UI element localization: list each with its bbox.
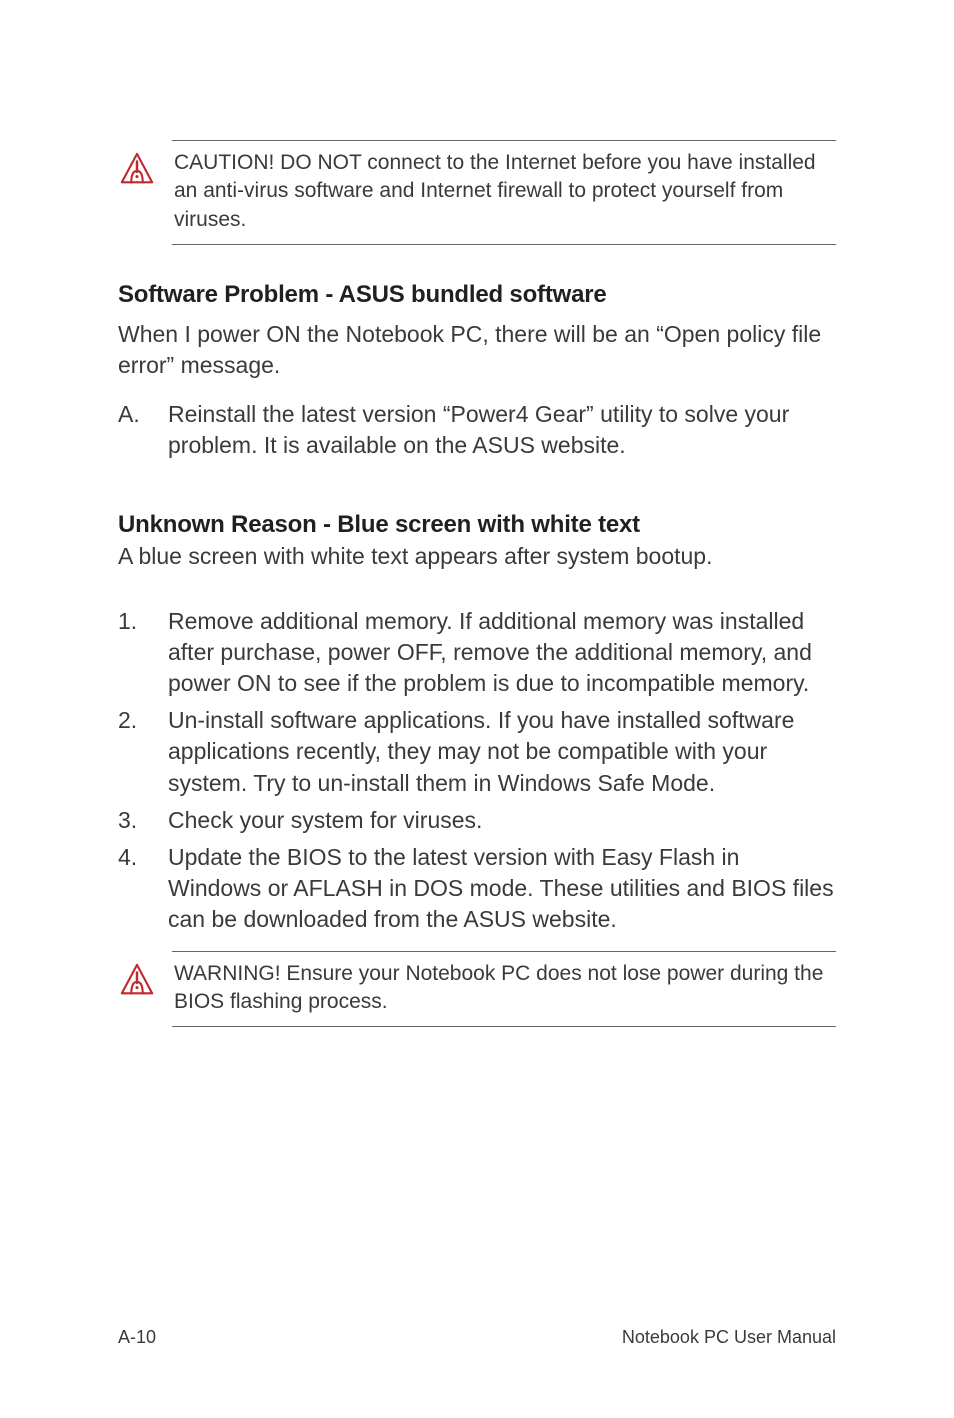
footer-title: Notebook PC User Manual [622, 1327, 836, 1348]
list-item: 2. Un-install software applications. If … [118, 705, 836, 798]
list-item: 3. Check your system for viruses. [118, 805, 836, 836]
section1-intro: When I power ON the Notebook PC, there w… [118, 319, 836, 381]
warning-box-bottom: WARNING! Ensure your Notebook PC does no… [172, 951, 836, 1028]
section1-heading: Software Problem - ASUS bundled software [118, 281, 836, 309]
list-item: 4. Update the BIOS to the latest version… [118, 842, 836, 935]
list-content: Update the BIOS to the latest version wi… [168, 842, 836, 935]
page-number: A-10 [118, 1327, 156, 1348]
list-marker: 2. [118, 705, 168, 798]
page-footer: A-10 Notebook PC User Manual [118, 1327, 836, 1348]
section2-list: 1. Remove additional memory. If addition… [118, 606, 836, 934]
list-content: Reinstall the latest version “Power4 Gea… [168, 399, 836, 461]
list-marker: A. [118, 399, 168, 461]
list-content: Check your system for viruses. [168, 805, 836, 836]
section1-list: A. Reinstall the latest version “Power4 … [118, 399, 836, 461]
caution-icon [118, 151, 156, 189]
list-item: A. Reinstall the latest version “Power4 … [118, 399, 836, 461]
list-marker: 1. [118, 606, 168, 699]
section2-heading: Unknown Reason - Blue screen with white … [118, 511, 836, 539]
list-item: 1. Remove additional memory. If addition… [118, 606, 836, 699]
warning-text-bottom: WARNING! Ensure your Notebook PC does no… [174, 960, 836, 1017]
section2-intro: A blue screen with white text appears af… [118, 541, 836, 572]
caution-text-top: CAUTION! DO NOT connect to the Internet … [174, 149, 836, 234]
caution-box-top: CAUTION! DO NOT connect to the Internet … [172, 140, 836, 245]
list-marker: 3. [118, 805, 168, 836]
list-content: Remove additional memory. If additional … [168, 606, 836, 699]
caution-icon [118, 962, 156, 1000]
list-marker: 4. [118, 842, 168, 935]
list-content: Un-install software applications. If you… [168, 705, 836, 798]
